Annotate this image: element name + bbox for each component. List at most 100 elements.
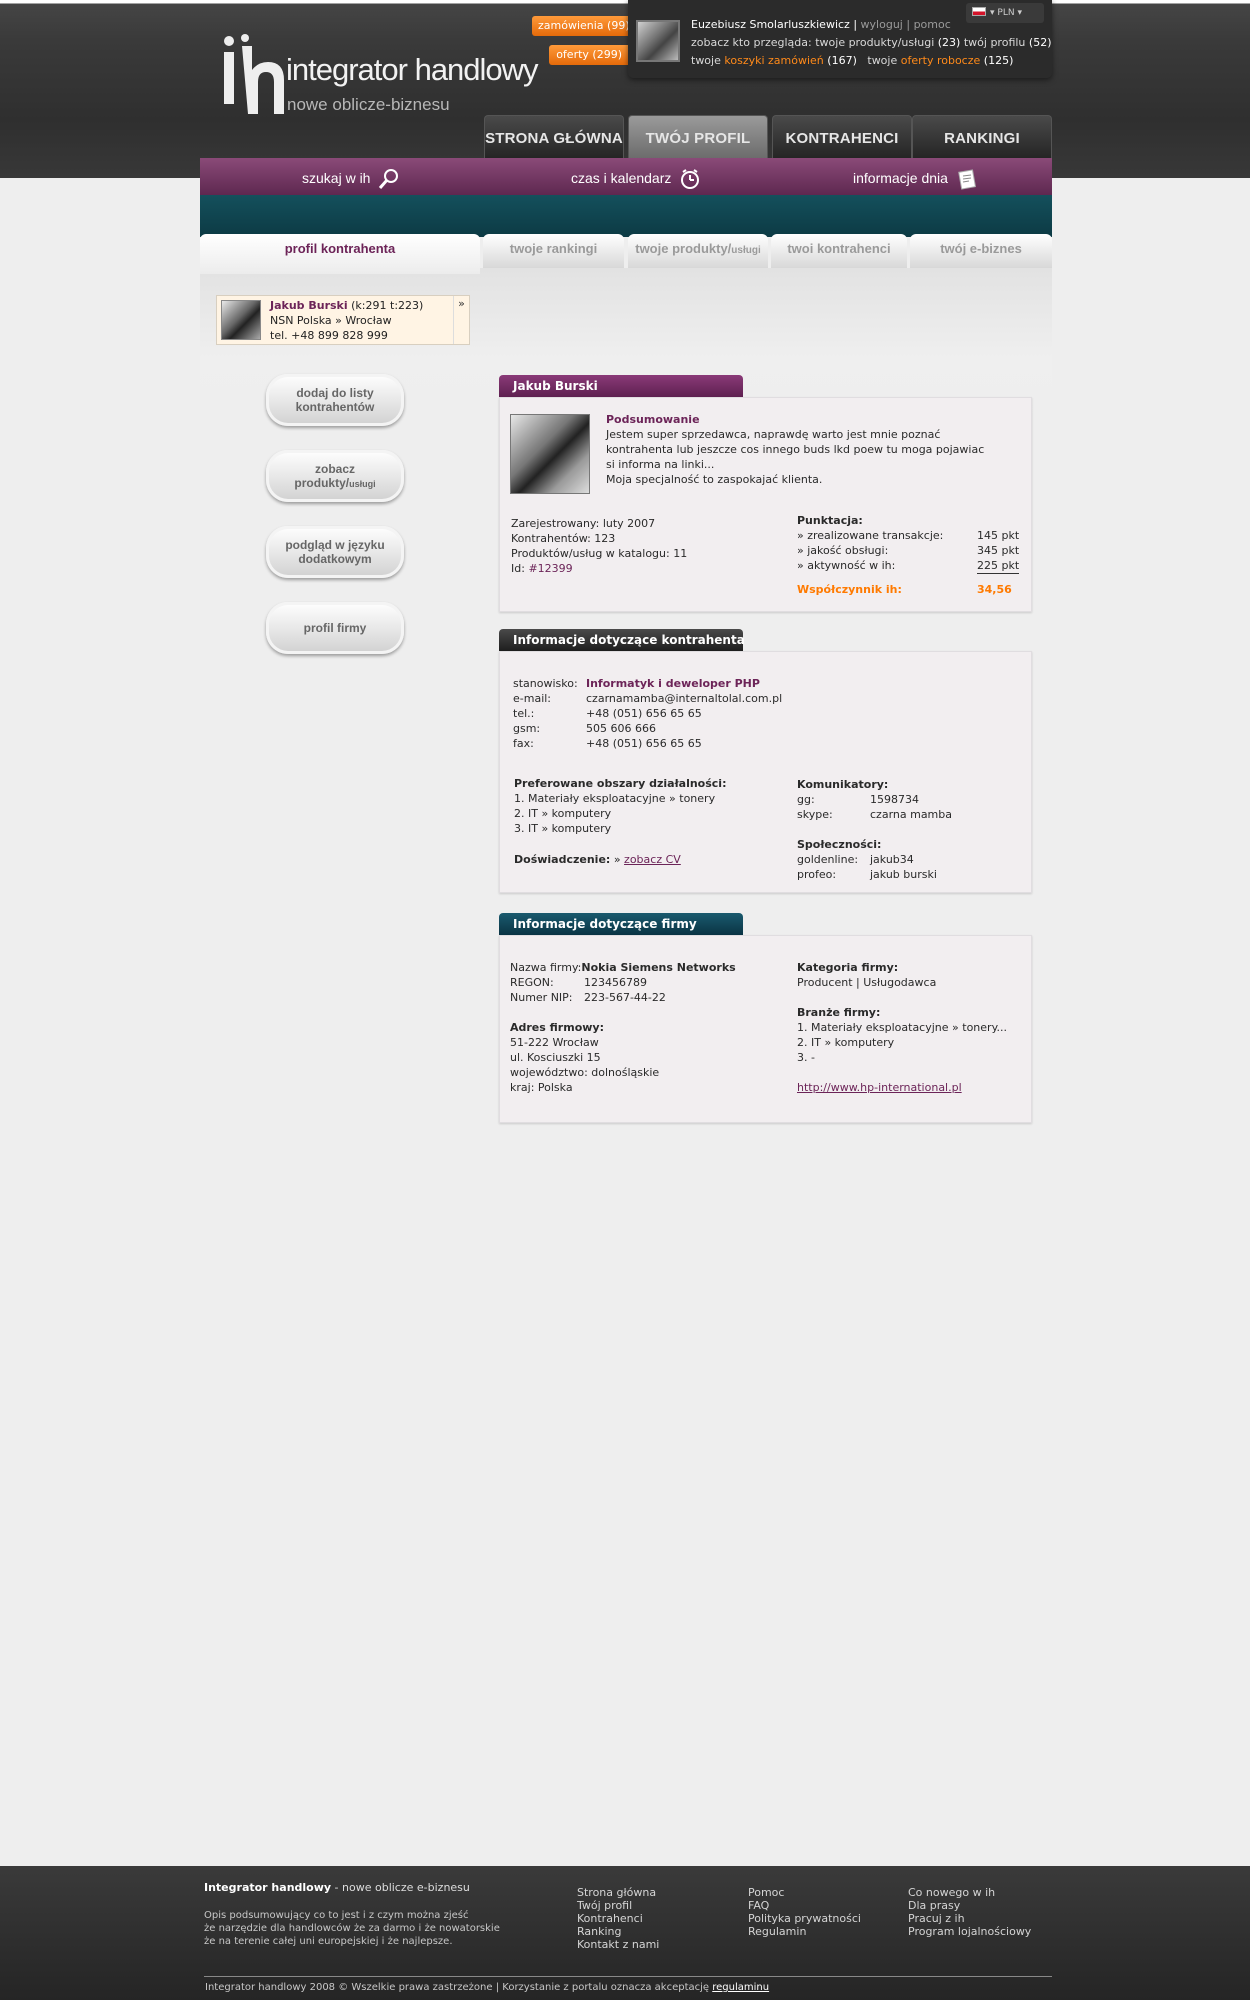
footer-desc-line: że narzędzie dla handlowców że za darmo … [204, 1923, 500, 1934]
field-label: gsm: [513, 722, 541, 735]
tab-profile[interactable]: profil kontrahenta [200, 234, 480, 274]
contact-stats: (k:291 t:223) [351, 299, 424, 312]
fax-value: +48 (051) 656 65 65 [586, 737, 702, 750]
footer-link[interactable]: Regulamin [748, 1925, 806, 1938]
footer-brand-row: Integrator handlowy - nowe oblicze e-biz… [204, 1881, 470, 1894]
tab-ebusiness[interactable]: twój e-biznes [910, 234, 1052, 268]
field-label: fax: [513, 737, 534, 750]
products-count: Produktów/usług w katalogu: 11 [511, 547, 688, 560]
gsm-value: 505 606 666 [586, 722, 656, 735]
summary-line: kontrahenta lub jeszcze cos innego buds … [606, 443, 985, 456]
field-label: Numer NIP: [510, 991, 573, 1004]
carts-link[interactable]: koszyki zamówień [724, 54, 823, 67]
notepad-icon [957, 169, 976, 190]
website-link[interactable]: http://www.hp-international.pl [797, 1080, 962, 1095]
view-products-button[interactable]: zobacz produkty/usługi [266, 450, 404, 502]
points-title: Punktacja: [797, 514, 863, 527]
email-value[interactable]: czarnamamba@internaltolal.com.pl [586, 691, 782, 706]
terms-link[interactable]: regulaminu [712, 1982, 769, 1993]
summary-line: Moja specjalność to zaspokajać klienta. [606, 473, 823, 486]
contractor-info-box: stanowisko: Informatyk i deweloper PHP e… [499, 651, 1032, 893]
tab-products[interactable]: twoje produkty/usługi [628, 234, 768, 268]
cv-link[interactable]: zobacz CV [624, 853, 681, 866]
contact-more-button[interactable]: » [453, 296, 469, 344]
offers-badge[interactable]: oferty (299) [549, 45, 628, 65]
footer-link[interactable]: Pomoc [748, 1886, 784, 1899]
drafts-link[interactable]: oferty robocze [901, 54, 981, 67]
tab-rankings[interactable]: twoje rankingi [483, 234, 624, 268]
company-info-header: Informacje dotyczące firmy [499, 913, 743, 935]
branches-title: Branże firmy: [797, 1006, 881, 1019]
logo-icon[interactable] [220, 34, 286, 114]
add-to-contractors-button[interactable]: dodaj do listy kontrahentów [266, 374, 404, 426]
points-label: » jakość obsługi: [797, 544, 889, 557]
help-link[interactable]: pomoc [914, 18, 951, 31]
contractors-count: Kontrahentów: 123 [511, 532, 616, 545]
footer-link[interactable]: Program lojalnościowy [908, 1925, 1031, 1938]
logo-text[interactable]: integrator handlowy [286, 52, 539, 88]
contact-avatar [221, 300, 261, 340]
nav-tab-home[interactable]: STRONA GŁÓWNA [484, 115, 624, 160]
footer-link[interactable]: Kontrahenci [577, 1912, 643, 1925]
position-value: Informatyk i deweloper PHP [586, 677, 760, 690]
contact-card[interactable]: Jakub Burski (k:291 t:223) NSN Polska » … [216, 295, 470, 345]
areas-title: Preferowane obszary działalności: [514, 777, 727, 790]
chevron-down-icon: ▾ [1017, 8, 1022, 18]
footer-link[interactable]: Dla prasy [908, 1899, 960, 1912]
footer-link[interactable]: Twój profil [577, 1899, 632, 1912]
footer-brand: Integrator handlowy [204, 1881, 332, 1894]
user-name[interactable]: Euzebiusz Smolarluszkiewicz [691, 18, 850, 31]
nav-tab-rankings[interactable]: RANKINGI [912, 115, 1052, 160]
footer-desc-line: Opis podsumowujący co to jest i z czym m… [204, 1910, 469, 1921]
field-label: stanowisko: [513, 677, 578, 690]
logout-link[interactable]: wyloguj [861, 18, 903, 31]
phone-value: +48 (051) 656 65 65 [586, 707, 702, 720]
nav-tab-contractors[interactable]: KONTRAHENCI [772, 115, 912, 160]
profile-id-link[interactable]: #12399 [528, 562, 572, 575]
footer-link[interactable]: Co nowego w ih [908, 1886, 995, 1899]
contact-name[interactable]: Jakub Burski [270, 299, 348, 312]
user-avatar[interactable] [636, 20, 680, 62]
chevron-down-icon: ▾ [990, 8, 995, 18]
contact-phone: tel. +48 899 828 999 [270, 329, 388, 342]
footer-link[interactable]: Pracuj z ih [908, 1912, 965, 1925]
address-line: kraj: Polska [510, 1081, 573, 1094]
company-profile-button[interactable]: profil firmy [266, 602, 404, 654]
footer-link[interactable]: FAQ [748, 1899, 769, 1912]
calendar-tool[interactable]: czas i kalendarz [571, 166, 701, 190]
nav-tab-profile[interactable]: TWÓJ PROFIL [628, 115, 768, 160]
area-item: 1. Materiały eksploatacyjne » tonery [514, 792, 716, 805]
views-products-link[interactable]: twoje produkty/usługi [815, 36, 934, 49]
field-label: tel.: [513, 707, 535, 720]
footer-link[interactable]: Strona główna [577, 1886, 656, 1899]
news-tool[interactable]: informacje dnia [853, 166, 978, 190]
points-value: 345 pkt [977, 544, 1020, 557]
language-preview-button[interactable]: podgląd w języku dodatkowym [266, 526, 404, 578]
address-line: ul. Kosciuszki 15 [510, 1051, 601, 1064]
category-value: Producent | Usługodawca [797, 976, 937, 989]
currency-select[interactable]: ▾ PLN ▾ [966, 3, 1044, 23]
footer-desc-line: że na terenie całej uni europejskiej i ż… [204, 1936, 453, 1947]
user-line-2: zobacz kto przegląda: twoje produkty/usł… [691, 36, 1052, 49]
footer-link[interactable]: Ranking [577, 1925, 622, 1938]
copyright-row: Integrator handlowy 2008 © Wszelkie praw… [205, 1982, 770, 1993]
footer-link[interactable]: Polityka prywatności [748, 1912, 861, 1925]
poland-flag-icon [972, 7, 986, 16]
search-tool[interactable]: szukaj w ih [302, 166, 400, 190]
area-item: 3. IT » komputery [514, 822, 612, 835]
user-line-3: twoje koszyki zamówień (167) twoje ofert… [691, 54, 1014, 67]
factor-value: 34,56 [977, 583, 1012, 596]
points-label: » aktywność w ih: [797, 559, 896, 572]
summary-box: Podsumowanie Jestem super sprzedawca, na… [499, 397, 1032, 612]
field-label: profeo: [797, 868, 837, 881]
summary-header: Jakub Burski [499, 375, 743, 397]
views-profile-link[interactable]: twój profilu [964, 36, 1026, 49]
points-label: » zrealizowane transakcje: [797, 529, 944, 542]
contact-company: NSN Polska » Wrocław [270, 314, 392, 327]
summary-line: si informa na linki... [606, 458, 715, 471]
footer-link[interactable]: Kontakt z nami [577, 1938, 659, 1951]
field-label: REGON: [510, 976, 554, 989]
orders-badge[interactable]: zamówienia (99) [532, 16, 630, 36]
tab-contractors[interactable]: twoi kontrahenci [771, 234, 907, 268]
summary-line: Jestem super sprzedawca, naprawdę warto … [606, 428, 941, 441]
